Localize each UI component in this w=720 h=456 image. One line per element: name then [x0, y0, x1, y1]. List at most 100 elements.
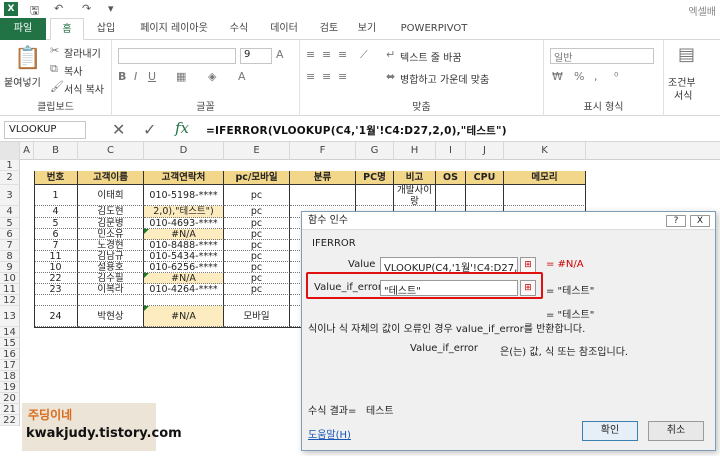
- wrap-text-icon[interactable]: ↵: [386, 48, 395, 61]
- col-header[interactable]: E: [224, 142, 290, 160]
- row-header[interactable]: 21: [0, 404, 20, 415]
- col-header[interactable]: I: [436, 142, 466, 160]
- row-header[interactable]: 14: [0, 327, 20, 338]
- row-header[interactable]: 1: [0, 160, 20, 171]
- copy-icon[interactable]: ⧉: [50, 62, 58, 76]
- tab-insert[interactable]: 삽입: [88, 18, 124, 40]
- table-cell[interactable]: [78, 295, 144, 306]
- bold-icon[interactable]: B: [118, 70, 126, 83]
- table-cell[interactable]: [144, 295, 224, 306]
- table-cell[interactable]: pc: [224, 185, 290, 206]
- row-header[interactable]: 6: [0, 229, 20, 240]
- redo-icon[interactable]: ↷: [82, 2, 91, 15]
- table-header-cell[interactable]: 분류: [290, 171, 356, 185]
- wrap-text-button[interactable]: 텍스트 줄 바꿈: [400, 49, 462, 64]
- table-cell[interactable]: [34, 295, 78, 306]
- row-header[interactable]: 8: [0, 251, 20, 262]
- table-cell[interactable]: [290, 185, 356, 206]
- cancel-icon[interactable]: ✕: [112, 120, 125, 139]
- table-header-cell[interactable]: 번호: [34, 171, 78, 185]
- grow-font-icon[interactable]: A: [276, 48, 284, 61]
- table-cell[interactable]: pc: [224, 229, 290, 240]
- table-cell[interactable]: pc: [224, 262, 290, 273]
- col-header[interactable]: A: [20, 142, 34, 160]
- row-header[interactable]: 19: [0, 382, 20, 393]
- table-cell[interactable]: 010-4264-****: [144, 284, 224, 295]
- row-header[interactable]: 10: [0, 273, 20, 284]
- increase-decimal-icon[interactable]: ⁰: [614, 70, 618, 83]
- align-right-icon[interactable]: ≡: [338, 70, 347, 83]
- merge-icon[interactable]: ⬌: [386, 70, 395, 83]
- conditional-format-icon[interactable]: ▤: [678, 44, 695, 65]
- row-header[interactable]: 15: [0, 338, 20, 349]
- row-header[interactable]: 4: [0, 206, 20, 218]
- row-header[interactable]: 3: [0, 185, 20, 206]
- table-cell[interactable]: 모바일: [224, 306, 290, 327]
- col-header[interactable]: F: [290, 142, 356, 160]
- undo-icon[interactable]: ↶: [54, 2, 63, 15]
- font-name-box[interactable]: [118, 48, 236, 64]
- paste-button[interactable]: 붙여넣기: [4, 74, 41, 89]
- table-cell[interactable]: 10: [34, 262, 78, 273]
- row-header[interactable]: 11: [0, 284, 20, 295]
- table-cell[interactable]: 5: [34, 218, 78, 229]
- tab-page-layout[interactable]: 페이지 레이아웃: [130, 18, 218, 40]
- table-header-cell[interactable]: CPU: [466, 171, 504, 185]
- row-header[interactable]: 16: [0, 349, 20, 360]
- table-cell[interactable]: 민소유: [78, 229, 144, 240]
- cut-icon[interactable]: ✂: [50, 44, 59, 57]
- copy-button[interactable]: 복사: [64, 63, 82, 78]
- align-left-icon[interactable]: ≡: [306, 70, 315, 83]
- row-header[interactable]: 2: [0, 171, 20, 185]
- align-center-icon[interactable]: ≡: [322, 70, 331, 83]
- table-cell[interactable]: 6: [34, 229, 78, 240]
- format-painter-button[interactable]: 서식 복사: [64, 81, 104, 96]
- table-cell[interactable]: [356, 185, 394, 206]
- number-format-box[interactable]: 일반: [550, 48, 654, 64]
- row-header[interactable]: 20: [0, 393, 20, 404]
- col-header[interactable]: B: [34, 142, 78, 160]
- table-cell[interactable]: 김수필: [78, 273, 144, 284]
- fill-color-icon[interactable]: ◈: [208, 70, 216, 83]
- table-cell[interactable]: 010-5198-****: [144, 185, 224, 206]
- orientation-icon[interactable]: ⟋: [360, 48, 368, 62]
- table-cell[interactable]: pc: [224, 251, 290, 262]
- row-header[interactable]: 13: [0, 306, 20, 327]
- table-cell[interactable]: 11: [34, 251, 78, 262]
- table-header-cell[interactable]: PC명: [356, 171, 394, 185]
- underline-icon[interactable]: U: [148, 70, 156, 83]
- table-cell[interactable]: 23: [34, 284, 78, 295]
- select-all-corner[interactable]: [0, 142, 20, 160]
- cancel-button[interactable]: 취소: [648, 421, 704, 441]
- table-header-cell[interactable]: OS: [436, 171, 466, 185]
- table-cell[interactable]: 노경현: [78, 240, 144, 251]
- border-icon[interactable]: ▦: [176, 70, 186, 83]
- row-header[interactable]: 12: [0, 295, 20, 306]
- conditional-format-button-2[interactable]: 서식: [674, 87, 692, 102]
- close-button[interactable]: X: [690, 215, 710, 227]
- table-cell[interactable]: 22: [34, 273, 78, 284]
- row-header[interactable]: 7: [0, 240, 20, 251]
- enter-icon[interactable]: ✓: [143, 120, 156, 139]
- table-cell[interactable]: 박현상: [78, 306, 144, 327]
- table-cell[interactable]: 설용호: [78, 262, 144, 273]
- col-header[interactable]: H: [394, 142, 436, 160]
- font-color-icon[interactable]: A: [238, 70, 246, 83]
- merge-center-button[interactable]: 병합하고 가운데 맞춤: [400, 71, 489, 86]
- table-cell[interactable]: 김문병: [78, 218, 144, 229]
- row-header[interactable]: 17: [0, 360, 20, 371]
- table-cell[interactable]: 김도현: [78, 206, 144, 218]
- table-cell[interactable]: 개발사이랑: [394, 185, 436, 206]
- row-header[interactable]: 22: [0, 415, 20, 426]
- col-header[interactable]: J: [466, 142, 504, 160]
- ok-button[interactable]: 확인: [582, 421, 638, 441]
- table-cell[interactable]: [224, 295, 290, 306]
- col-header[interactable]: C: [78, 142, 144, 160]
- col-header[interactable]: D: [144, 142, 224, 160]
- table-header-cell[interactable]: 고객연락처: [144, 171, 224, 185]
- table-cell[interactable]: 4: [34, 206, 78, 218]
- help-link[interactable]: 도움말(H): [308, 426, 351, 441]
- table-cell[interactable]: 2,0),"테스트"): [144, 206, 224, 218]
- table-cell[interactable]: 010-5434-****: [144, 251, 224, 262]
- tab-review[interactable]: 검토: [312, 18, 346, 40]
